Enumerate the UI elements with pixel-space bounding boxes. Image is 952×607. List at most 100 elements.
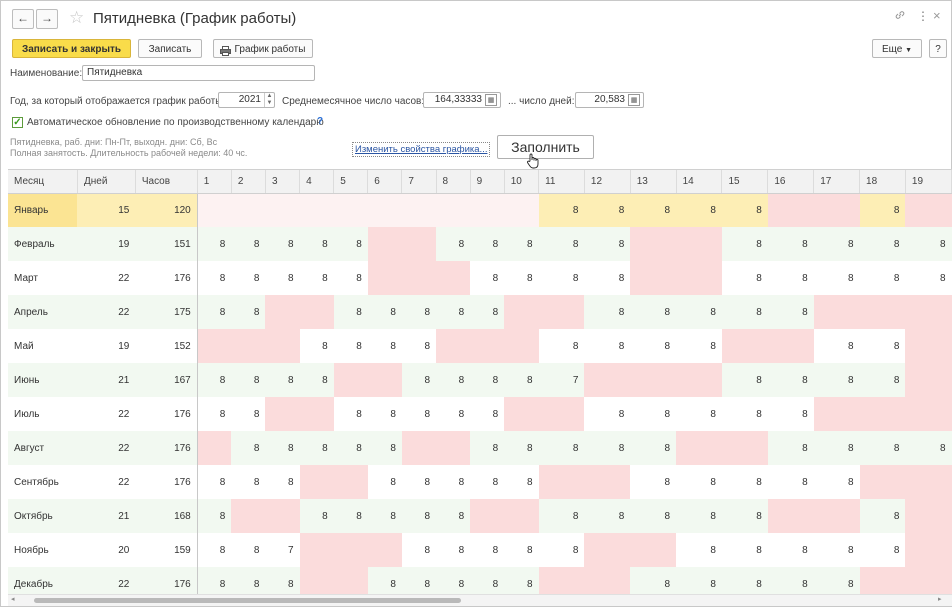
day-cell[interactable] — [676, 431, 722, 465]
day-cell[interactable] — [436, 329, 471, 363]
days-cell[interactable]: 22 — [77, 567, 136, 595]
day-cell[interactable]: 8 — [584, 261, 631, 295]
day-cell[interactable] — [401, 431, 437, 465]
day-cell[interactable]: 8 — [367, 499, 402, 533]
day-cell[interactable] — [197, 431, 232, 465]
column-header-month[interactable]: Месяц — [8, 170, 78, 194]
day-cell[interactable] — [905, 465, 952, 499]
day-cell[interactable]: 8 — [504, 261, 539, 295]
month-cell[interactable]: Октябрь — [8, 499, 78, 533]
day-cell[interactable]: 8 — [538, 499, 585, 533]
year-spinner[interactable]: ▲ ▼ — [264, 93, 274, 107]
day-cell[interactable]: 8 — [721, 227, 768, 261]
day-cell[interactable]: 8 — [859, 363, 906, 397]
day-cell[interactable] — [265, 329, 300, 363]
day-cell[interactable]: 8 — [504, 227, 539, 261]
day-cell[interactable]: 8 — [470, 227, 505, 261]
day-cell[interactable]: 8 — [859, 193, 906, 227]
day-cell[interactable]: 8 — [333, 397, 368, 431]
day-cell[interactable]: 8 — [231, 363, 266, 397]
table-row[interactable]: Октябрь 21 168 8 8 8 8 8 8 8 8 8 8 8 8 — [8, 499, 952, 533]
month-cell[interactable]: Май — [8, 329, 78, 363]
day-cell[interactable] — [538, 465, 585, 499]
column-header-day[interactable]: 10 — [504, 170, 540, 194]
day-cell[interactable] — [367, 533, 402, 567]
day-cell[interactable]: 8 — [859, 261, 906, 295]
day-cell[interactable] — [436, 193, 471, 227]
day-cell[interactable] — [859, 567, 906, 595]
column-header-day[interactable]: 16 — [767, 170, 815, 194]
day-cell[interactable] — [905, 363, 952, 397]
day-cell[interactable]: 8 — [367, 329, 402, 363]
scroll-left-icon[interactable]: ◂ — [11, 595, 15, 603]
day-cell[interactable] — [905, 295, 952, 329]
days-cell[interactable]: 19 — [77, 329, 136, 363]
table-row[interactable]: Декабрь 22 176 8 8 8 8 8 8 8 8 8 8 8 8 8 — [8, 567, 952, 595]
day-cell[interactable] — [584, 363, 631, 397]
day-cell[interactable]: 8 — [470, 261, 505, 295]
month-cell[interactable]: Февраль — [8, 227, 78, 261]
day-cell[interactable]: 8 — [197, 465, 232, 499]
hours-cell[interactable]: 176 — [135, 397, 198, 431]
days-cell[interactable]: 19 — [77, 227, 136, 261]
day-cell[interactable] — [333, 567, 368, 595]
day-cell[interactable]: 8 — [630, 193, 677, 227]
day-cell[interactable] — [265, 499, 300, 533]
table-row[interactable]: Февраль 19 151 8 8 8 8 8 8 8 8 8 8 8 8 8 8 8 — [8, 227, 952, 261]
day-cell[interactable]: 8 — [197, 261, 232, 295]
day-cell[interactable]: 8 — [265, 431, 300, 465]
table-row[interactable]: Июль 22 176 8 8 8 8 8 8 8 8 8 8 8 8 — [8, 397, 952, 431]
day-cell[interactable]: 8 — [676, 329, 722, 363]
back-button[interactable]: ← — [12, 9, 34, 29]
day-cell[interactable] — [333, 363, 368, 397]
day-cell[interactable]: 8 — [584, 329, 631, 363]
day-cell[interactable] — [905, 533, 952, 567]
day-cell[interactable]: 8 — [721, 295, 768, 329]
day-cell[interactable]: 8 — [231, 397, 266, 431]
day-cell[interactable] — [504, 499, 539, 533]
save-button[interactable]: Записать — [138, 39, 202, 58]
hours-cell[interactable]: 120 — [135, 193, 198, 227]
day-cell[interactable]: 8 — [584, 193, 631, 227]
day-cell[interactable]: 8 — [813, 261, 860, 295]
auto-update-checkbox[interactable]: ✓ — [12, 117, 23, 128]
day-cell[interactable]: 8 — [470, 431, 505, 465]
table-row[interactable]: Апрель 22 175 8 8 8 8 8 8 8 8 8 8 8 8 — [8, 295, 952, 329]
day-cell[interactable]: 8 — [676, 533, 722, 567]
day-cell[interactable]: 8 — [197, 295, 232, 329]
day-cell[interactable] — [584, 567, 631, 595]
day-cell[interactable]: 8 — [367, 397, 402, 431]
day-cell[interactable] — [676, 261, 722, 295]
day-cell[interactable]: 8 — [231, 261, 266, 295]
column-header-day[interactable]: 19 — [905, 170, 952, 194]
day-cell[interactable] — [905, 329, 952, 363]
column-header-day[interactable]: 2 — [231, 170, 266, 194]
day-cell[interactable]: 8 — [630, 397, 677, 431]
day-cell[interactable]: 8 — [767, 431, 814, 465]
day-cell[interactable]: 8 — [299, 431, 334, 465]
month-cell[interactable]: Декабрь — [8, 567, 78, 595]
day-cell[interactable]: 8 — [538, 227, 585, 261]
hours-cell[interactable]: 152 — [135, 329, 198, 363]
day-cell[interactable] — [905, 567, 952, 595]
day-cell[interactable]: 8 — [299, 227, 334, 261]
month-cell[interactable]: Январь — [8, 193, 78, 227]
day-cell[interactable]: 8 — [721, 533, 768, 567]
day-cell[interactable] — [265, 193, 300, 227]
day-cell[interactable]: 8 — [470, 567, 505, 595]
day-cell[interactable] — [470, 499, 505, 533]
table-row[interactable]: Август 22 176 8 8 8 8 8 8 8 8 8 8 8 8 8 8 — [8, 431, 952, 465]
day-cell[interactable]: 8 — [721, 397, 768, 431]
table-row[interactable]: Ноябрь 20 159 8 8 7 8 8 8 8 8 8 8 8 8 8 — [8, 533, 952, 567]
day-cell[interactable]: 8 — [333, 261, 368, 295]
scroll-right-icon[interactable]: ▸ — [938, 595, 942, 603]
days-cell[interactable]: 22 — [77, 431, 136, 465]
day-cell[interactable]: 8 — [265, 363, 300, 397]
change-schedule-link[interactable]: Изменить свойства графика... — [352, 142, 491, 157]
day-cell[interactable]: 8 — [299, 363, 334, 397]
day-cell[interactable]: 8 — [401, 567, 437, 595]
day-cell[interactable] — [504, 193, 539, 227]
day-cell[interactable] — [630, 227, 677, 261]
day-cell[interactable]: 8 — [504, 431, 539, 465]
day-cell[interactable]: 8 — [436, 533, 471, 567]
